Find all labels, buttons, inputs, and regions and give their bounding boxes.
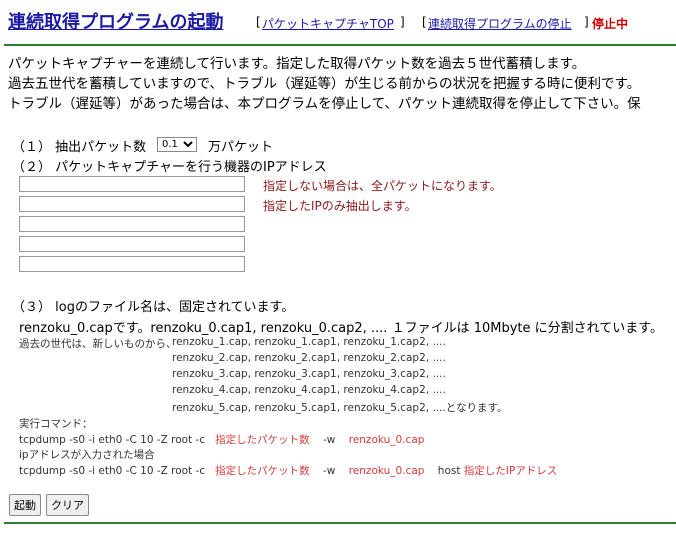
packet-unit-label: 万パケット <box>208 140 274 155</box>
capture-top-link[interactable]: パケットキャプチャTOP <box>262 17 394 31</box>
bracket-open-2: [ <box>422 15 427 29</box>
bracket-open-1: [ <box>256 15 261 29</box>
ip-address-input-1[interactable] <box>19 176 245 192</box>
packet-count-label: （１） 抽出パケット数 <box>12 140 147 155</box>
stop-program-link-wrap[interactable]: 連続取得プログラムの停止 <box>428 15 572 32</box>
header-divider <box>4 44 676 46</box>
generation-intro: 過去の世代は、新しいものから、 <box>19 338 177 350</box>
bracket-close-1: ] <box>400 15 405 29</box>
stop-program-link[interactable]: 連続取得プログラムの停止 <box>428 17 572 31</box>
intro-line-2: 過去五世代を蓄積していますので、トラブル（遅延等）が生じる前からの状況を把握する… <box>8 76 641 92</box>
command-line-1: tcpdump -s0 -i eth0 -C 10 -Z root -c 指定し… <box>19 432 424 447</box>
cmd2-file: renzoku_0.cap <box>348 465 425 477</box>
generation-1: renzoku_1.cap, renzoku_1.cap1, renzoku_1… <box>172 336 446 348</box>
ip-address-label: （２） パケットキャプチャーを行う機器のIPアドレス <box>12 160 327 175</box>
status-badge: 停止中 <box>592 17 629 31</box>
cmd1-prefix: tcpdump -s0 -i eth0 -C 10 -Z root -c <box>19 434 206 446</box>
generation-2: renzoku_2.cap, renzoku_2.cap1, renzoku_2… <box>172 352 446 364</box>
generation-5: renzoku_5.cap, renzoku_5.cap1, renzoku_5… <box>172 402 508 414</box>
cmd2-w-flag: -w <box>322 465 336 477</box>
ip-entered-label: ipアドレスが入力された場合 <box>19 449 155 461</box>
ip-address-input-5[interactable] <box>19 256 245 272</box>
generation-4: renzoku_4.cap, renzoku_4.cap1, renzoku_4… <box>172 384 446 396</box>
start-button[interactable]: 起動 <box>9 494 41 516</box>
cmd2-host: host <box>437 465 461 477</box>
cmd1-file: renzoku_0.cap <box>348 434 425 446</box>
cmd2-packet-count: 指定したパケット数 <box>215 465 310 477</box>
cmd1-w-flag: -w <box>322 434 336 446</box>
ip-address-input-3[interactable] <box>19 216 245 232</box>
footer-divider <box>4 522 676 524</box>
ip-note-all: 指定しない場合は、全パケットになります。 <box>263 179 502 193</box>
command-line-2: tcpdump -s0 -i eth0 -C 10 -Z root -c 指定し… <box>19 463 557 478</box>
intro-line-3: トラブル（遅延等）があった場合は、本プログラムを停止して、パケット連続取得を停止… <box>8 96 641 112</box>
packet-count-select[interactable]: 0.1 <box>157 137 197 152</box>
exec-command-label: 実行コマンド： <box>19 418 93 430</box>
cmd2-prefix: tcpdump -s0 -i eth0 -C 10 -Z root -c <box>19 465 206 477</box>
clear-button[interactable]: クリア <box>46 494 89 516</box>
ip-address-input-2[interactable] <box>19 196 245 212</box>
cmd1-packet-count: 指定したパケット数 <box>215 434 310 446</box>
ip-note-filter: 指定したIPのみ抽出します。 <box>263 199 417 213</box>
page-title: 連続取得プログラムの起動 <box>8 12 224 33</box>
log-filename-label: （３） logのファイル名は、固定されています。 <box>12 300 295 315</box>
ip-address-input-4[interactable] <box>19 236 245 252</box>
cmd2-ip: 指定したIPアドレス <box>463 465 558 477</box>
bracket-close-2: ] <box>584 15 589 29</box>
generation-3: renzoku_3.cap, renzoku_3.cap1, renzoku_3… <box>172 368 446 380</box>
capture-top-link-wrap[interactable]: パケットキャプチャTOP <box>262 15 394 32</box>
intro-line-1: パケットキャプチャーを連続して行います。指定した取得パケット数を過去５世代蓄積し… <box>8 56 586 72</box>
log-filename-desc: renzoku_0.capです。renzoku_0.cap1, renzoku_… <box>19 321 663 336</box>
